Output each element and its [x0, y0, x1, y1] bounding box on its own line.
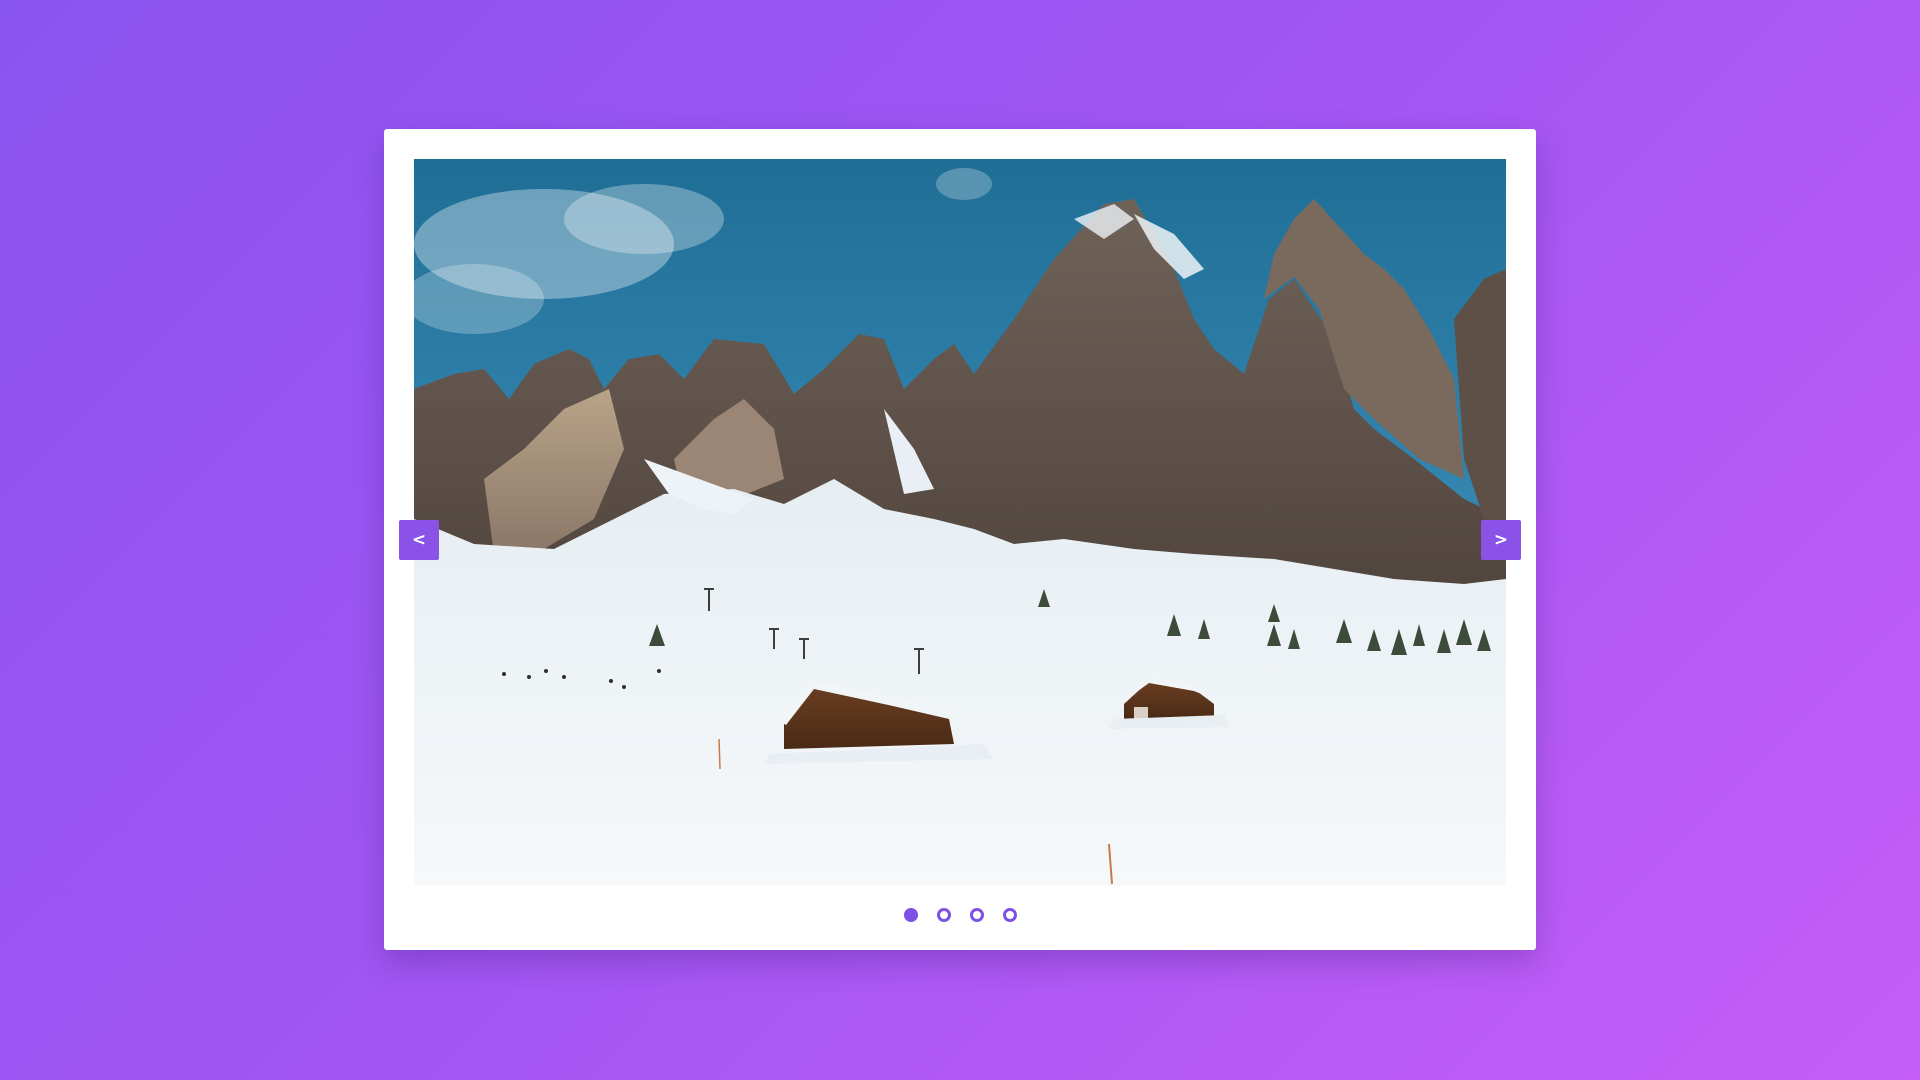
next-slide-button[interactable]: >: [1481, 520, 1521, 560]
slide-indicators: [384, 907, 1536, 923]
slide-indicator-4[interactable]: [1002, 908, 1017, 922]
previous-slide-button[interactable]: <: [399, 520, 439, 560]
slide-indicator-2[interactable]: [936, 908, 951, 922]
slide-image: [414, 159, 1506, 886]
slide-indicator-3[interactable]: [969, 908, 984, 922]
slide-indicator-1[interactable]: [903, 908, 918, 922]
carousel-card: < >: [384, 129, 1536, 950]
snowy-mountain-landscape-image: [414, 159, 1506, 886]
